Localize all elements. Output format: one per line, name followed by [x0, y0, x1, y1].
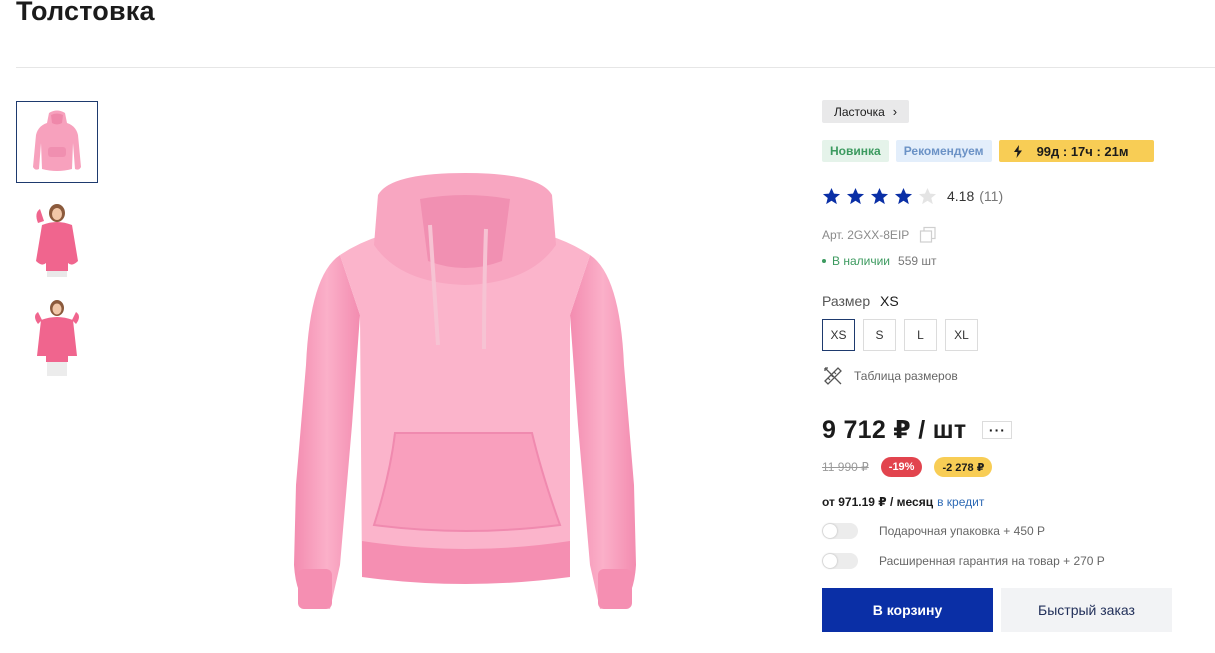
article-row: Арт. 2GXX-8EIP [822, 226, 1202, 244]
size-selected: XS [880, 293, 899, 309]
rating-value: 4.18 [947, 188, 975, 204]
model-thumbnail-image-2 [35, 300, 79, 376]
credit-link[interactable]: в кредит [937, 495, 984, 509]
credit-text: от 971.19 ₽ / месяц [822, 495, 934, 509]
action-buttons: В корзину Быстрый заказ [822, 588, 1202, 632]
star-empty-icon [918, 187, 937, 204]
badge-new: Новинка [822, 140, 889, 162]
credit-row: от 971.19 ₽ / месяц в кредит [822, 495, 1202, 509]
rating-count: (11) [979, 188, 1004, 204]
thumbnail-list [16, 101, 98, 395]
size-table-link[interactable]: Таблица размеров [822, 365, 1202, 387]
size-option-xs[interactable]: XS [822, 319, 855, 351]
price-row: 9 712 ₽ / шт ··· [822, 415, 1202, 445]
quick-order-button[interactable]: Быстрый заказ [1001, 588, 1172, 632]
divider [16, 67, 1215, 68]
size-label: Размер [822, 293, 871, 309]
product-main-image[interactable] [270, 165, 660, 625]
old-price: 11 990 ₽ [822, 460, 869, 474]
option-gift-wrap: Подарочная упаковка + 450 Р [822, 523, 1202, 539]
star-filled-icon [870, 187, 889, 204]
lightning-icon [1013, 144, 1022, 158]
stock-status: В наличии 559 шт [822, 254, 1202, 268]
thumbnail-model-2[interactable] [16, 297, 98, 379]
star-filled-icon [894, 187, 913, 204]
size-table-label: Таблица размеров [854, 369, 958, 383]
badge-recommended: Рекомендуем [895, 140, 992, 162]
thumbnail-hoodie-front[interactable] [16, 101, 98, 183]
page-title: Толстовка [16, 0, 155, 26]
size-option-s[interactable]: S [863, 319, 896, 351]
stock-quantity: 559 шт [898, 254, 937, 268]
rating-stars [822, 187, 937, 206]
size-option-l[interactable]: L [904, 319, 937, 351]
timer-text: 99д : 17ч : 21м [1036, 143, 1129, 159]
add-to-cart-button[interactable]: В корзину [822, 588, 993, 632]
warranty-label: Расширенная гарантия на товар + 270 Р [879, 554, 1105, 568]
star-filled-icon [846, 187, 865, 204]
chevron-right-icon: › [892, 104, 898, 119]
badge-timer: 99д : 17ч : 21м [998, 140, 1154, 162]
thumbnail-model-1[interactable] [16, 199, 98, 281]
current-price: 9 712 ₽ / шт [822, 416, 967, 444]
more-options-button[interactable]: ··· [982, 421, 1013, 439]
article-number: Арт. 2GXX-8EIP [822, 228, 910, 242]
brand-name: Ласточка [834, 104, 885, 119]
discount-badge: -19% [880, 457, 923, 477]
rating[interactable]: 4.18 (11) [822, 186, 1202, 206]
size-label-row: Размер XS [822, 293, 1202, 309]
ruler-pencil-icon [824, 367, 842, 385]
product-info-panel: Ласточка › Новинка Рекомендуем 99д : 17ч… [822, 100, 1202, 632]
copy-icon[interactable] [919, 226, 937, 244]
size-option-xl[interactable]: XL [945, 319, 978, 351]
stock-label: В наличии [832, 254, 891, 268]
star-filled-icon [822, 187, 841, 204]
stock-dot [822, 259, 826, 263]
gift-wrap-toggle[interactable] [822, 523, 858, 539]
model-thumbnail-image [36, 204, 78, 277]
gift-wrap-label: Подарочная упаковка + 450 Р [879, 524, 1046, 538]
hoodie-thumbnail-image [33, 110, 81, 171]
old-price-row: 11 990 ₽ -19% -2 278 ₽ [822, 457, 1202, 477]
brand-link[interactable]: Ласточка › [822, 100, 910, 123]
option-extended-warranty: Расширенная гарантия на товар + 270 Р [822, 553, 1202, 569]
size-options: XS S L XL [822, 319, 1202, 351]
saving-badge: -2 278 ₽ [934, 457, 993, 477]
warranty-toggle[interactable] [822, 553, 858, 569]
hoodie-image [294, 173, 636, 609]
badge-row: Новинка Рекомендуем 99д : 17ч : 21м [822, 140, 1202, 162]
